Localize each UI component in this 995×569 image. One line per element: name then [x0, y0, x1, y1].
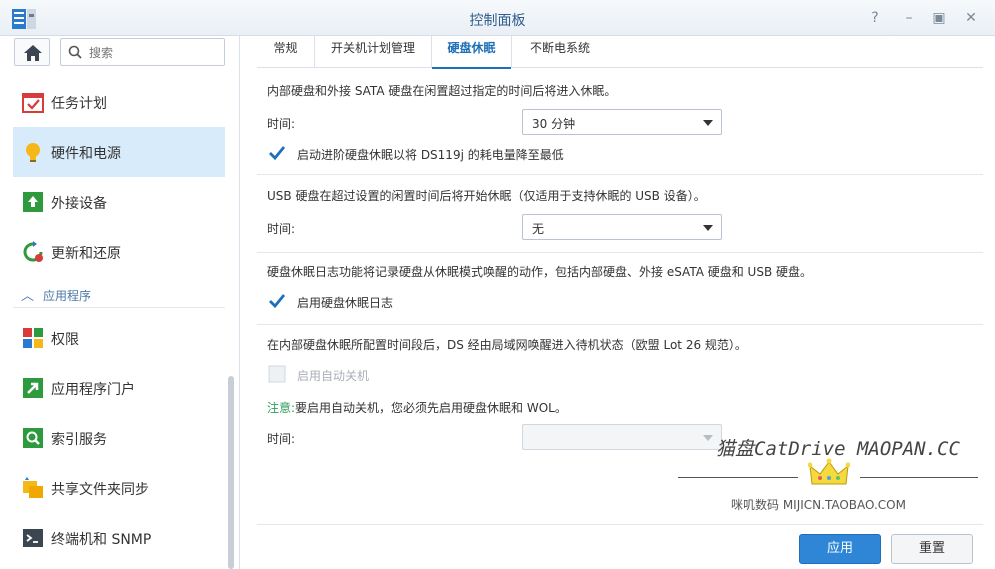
note-prefix: 注意: [267, 401, 296, 415]
close-icon[interactable]: ✕ [960, 8, 982, 28]
calendar-check-icon [22, 93, 44, 113]
sidebar-item-label: 权限 [51, 332, 79, 348]
help-icon[interactable]: ? [864, 8, 886, 28]
search-input[interactable] [89, 43, 217, 62]
chevron-up-icon: ︿ [21, 289, 35, 304]
tab-ups[interactable]: 不断电系统 [512, 36, 608, 68]
sidebar-item-indexing-service[interactable]: 索引服务 [13, 413, 225, 463]
usb-time-label: 时间: [267, 222, 296, 236]
advanced-hibernation-checkbox[interactable] [267, 143, 287, 163]
internal-hdd-description: 内部硬盘和外接 SATA 硬盘在闲置超过指定的时间后将进入休眠。 [267, 84, 617, 98]
main-panel: 常规 开关机计划管理 硬盘休眠 不断电系统 内部硬盘和外接 SATA 硬盘在闲置… [241, 36, 995, 569]
sidebar-item-privileges[interactable]: 权限 [13, 313, 225, 363]
chevron-down-icon [703, 435, 713, 441]
folder-sync-icon [23, 477, 43, 498]
footer-divider [257, 524, 983, 525]
search-icon [68, 45, 82, 59]
select-value: 无 [532, 222, 545, 236]
auto-poweroff-note: 注意:要启用自动关机，您必须先启用硬盘休眠和 WOL。 [267, 399, 567, 416]
sidebar-item-label: 更新和还原 [51, 246, 121, 262]
section-label: 应用程序 [43, 289, 92, 303]
lightbulb-icon [26, 143, 40, 162]
sidebar-item-app-portal[interactable]: 应用程序门户 [13, 363, 225, 413]
section-applications[interactable]: ︿ 应用程序 [13, 282, 225, 308]
update-restore-icon [23, 241, 43, 262]
sidebar-item-label: 索引服务 [51, 432, 107, 448]
watermark-line-right [860, 477, 978, 478]
sidebar-item-task-scheduler[interactable]: 任务计划 [13, 77, 225, 127]
sidebar-item-label: 应用程序门户 [51, 382, 135, 398]
section-divider [257, 252, 983, 253]
advanced-hibernation-label: 启动进阶硬盘休眠以将 DS119j 的耗电量降至最低 [297, 148, 564, 162]
window-title: 控制面板 [469, 13, 526, 29]
auto-poweroff-checkbox[interactable] [267, 364, 287, 384]
internal-time-label: 时间: [267, 117, 296, 131]
tab-power-schedule[interactable]: 开关机计划管理 [315, 36, 432, 68]
auto-poweroff-time-label: 时间: [267, 432, 296, 446]
sidebar-item-label: 外接设备 [51, 196, 107, 212]
home-button[interactable] [14, 38, 50, 66]
auto-poweroff-description: 在内部硬盘休眠所配置时间段后，DS 经由局域网唤醒进入待机状态（欧盟 Lot 2… [267, 338, 747, 352]
maximize-icon[interactable]: ▣ [928, 8, 950, 28]
auto-poweroff-time-select[interactable] [522, 424, 722, 450]
indexing-search-icon [23, 428, 43, 448]
auto-poweroff-label: 启用自动关机 [297, 369, 370, 383]
note-text: 要启用自动关机，您必须先启用硬盘休眠和 WOL。 [295, 401, 567, 415]
sidebar-item-update-restore[interactable]: 更新和还原 [13, 227, 225, 277]
search-box[interactable] [60, 38, 225, 66]
sidebar-item-label: 共享文件夹同步 [51, 482, 149, 498]
tab-hdd-hibernation[interactable]: 硬盘休眠 [432, 36, 512, 69]
terminal-icon [23, 529, 43, 547]
external-device-icon [23, 192, 43, 212]
watermark-line-left [678, 477, 798, 478]
hibernation-log-description: 硬盘休眠日志功能将记录硬盘从休眠模式唤醒的动作，包括内部硬盘、外接 eSATA … [267, 265, 813, 279]
internal-time-select[interactable]: 30 分钟 [522, 109, 722, 135]
section-divider [257, 174, 983, 175]
sidebar-item-label: 任务计划 [51, 96, 107, 112]
app-portal-icon [23, 378, 43, 398]
crown-icon [808, 458, 850, 485]
sidebar-item-terminal-snmp[interactable]: 终端机和 SNMP [13, 513, 225, 563]
sidebar-scrollbar[interactable] [228, 376, 234, 569]
watermark-shop: 咪叽数码 MIJICN.TAOBAO.COM [731, 498, 906, 512]
watermark-title: 猫盘CatDrive MAOPAN.CC [716, 438, 960, 460]
sidebar-item-hardware-power[interactable]: 硬件和电源 [13, 127, 225, 177]
sidebar-item-label: 终端机和 SNMP [51, 532, 152, 548]
hibernation-log-label: 启用硬盘休眠日志 [297, 296, 394, 310]
title-bar: 控制面板 ? – ▣ ✕ [0, 0, 995, 36]
chevron-down-icon [703, 120, 713, 126]
home-icon [24, 45, 42, 61]
sidebar-item-shared-folder-sync[interactable]: 共享文件夹同步 [13, 463, 225, 513]
chevron-down-icon [703, 225, 713, 231]
usb-time-select[interactable]: 无 [522, 214, 722, 240]
sidebar-item-external-devices[interactable]: 外接设备 [13, 177, 225, 227]
privileges-icon [23, 328, 43, 348]
tab-bar: 常规 开关机计划管理 硬盘休眠 不断电系统 [257, 36, 983, 69]
reset-button[interactable]: 重置 [891, 534, 973, 564]
minimize-icon[interactable]: – [898, 8, 920, 28]
select-value: 30 分钟 [532, 117, 576, 131]
sidebar: 任务计划 硬件和电源 外接设备 更新和还原 ︿ 应用程序 [0, 36, 240, 569]
hibernation-log-checkbox[interactable] [267, 291, 287, 311]
section-divider [257, 324, 983, 325]
apply-button[interactable]: 应用 [799, 534, 881, 564]
tab-general[interactable]: 常规 [257, 36, 315, 68]
usb-hdd-description: USB 硬盘在超过设置的闲置时间后将开始休眠（仅适用于支持休眠的 USB 设备）… [267, 189, 706, 203]
sidebar-item-label: 硬件和电源 [51, 146, 121, 162]
